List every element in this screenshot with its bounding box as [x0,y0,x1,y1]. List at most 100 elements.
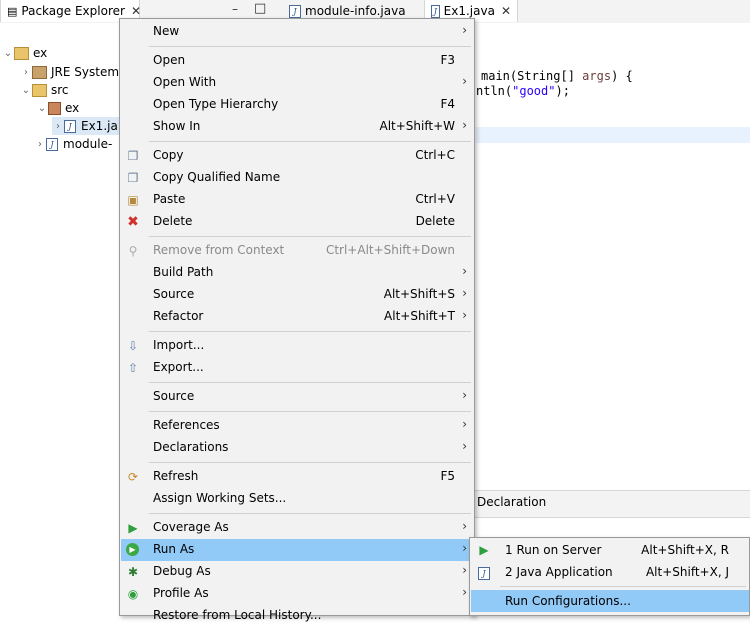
menu-separator [500,586,746,587]
paste-icon: ▣ [127,193,139,207]
chevron-right-icon: › [462,264,467,278]
chevron-right-icon[interactable]: › [52,121,64,132]
menu-item-profile-as[interactable]: ◉ Profile As › [121,583,473,605]
chevron-right-icon: › [462,388,467,402]
current-line-highlight [476,127,750,143]
code-token: ntln( [476,84,513,98]
profile-icon: ◉ [127,587,139,601]
menu-item-declarations[interactable]: Declarations › [121,437,473,459]
menu-item-source[interactable]: Source Alt+Shift+S › [121,284,473,306]
menu-item-restore-local-history[interactable]: Restore from Local History... [121,605,473,627]
menu-item-references[interactable]: References › [121,415,473,437]
menu-label: Restore from Local History... [153,608,322,622]
menu-shortcut: Ctrl+C [415,148,455,162]
menu-shortcut: Alt+Shift+W [379,119,456,133]
menu-item-debug-as[interactable]: ✱ Debug As › [121,561,473,583]
chevron-right-icon[interactable]: › [34,139,46,150]
menu-label: Build Path [153,265,214,279]
package-icon [48,101,61,115]
maximize-icon[interactable]: □ [254,1,266,16]
menu-label: Remove from Context [153,243,285,257]
menu-label: Assign Working Sets... [153,491,287,505]
menu-label: Declarations [153,440,229,454]
chevron-right-icon: › [462,519,467,533]
close-icon[interactable]: ✕ [501,4,511,18]
java-file-icon: J [46,137,58,151]
code-token: args [582,69,612,83]
chevron-down-icon[interactable]: ⌄ [20,85,32,96]
tree-label: src [51,83,69,97]
tree-item-package[interactable]: ⌄ ex [36,99,79,117]
menu-label: Import... [153,338,205,352]
menu-item-open-type-hierarchy[interactable]: Open Type Hierarchy F4 [121,94,473,116]
tree-item-ex1[interactable]: › J Ex1.ja [52,117,124,135]
menu-item-refactor[interactable]: Refactor Alt+Shift+T › [121,306,473,328]
menu-item-build-path[interactable]: Build Path › [121,262,473,284]
menu-label: Copy Qualified Name [153,170,281,184]
tab-label: module-info.java [305,4,406,18]
chevron-down-icon[interactable]: ⌄ [2,48,14,59]
minimize-icon[interactable]: – [232,2,238,16]
code-token: ); [555,84,570,98]
menu-item-import[interactable]: ⇩ Import... [121,335,473,357]
project-folder-icon [14,46,29,60]
source-folder-icon [32,83,47,97]
menu-label: Refresh [153,469,199,483]
submenu-item-run-configurations[interactable]: Run Configurations... [471,590,749,612]
menu-item-open-with[interactable]: Open With › [121,72,473,94]
tree-item-jre[interactable]: › JRE System [20,63,119,81]
menu-label: Export... [153,360,204,374]
menu-label: Profile As [153,586,209,600]
tree-item-src[interactable]: ⌄ src [20,81,69,99]
menu-separator [149,382,471,383]
chevron-right-icon: › [462,23,467,37]
menu-label: Open Type Hierarchy [153,97,279,111]
menu-item-new[interactable]: New › [121,21,473,43]
chevron-down-icon[interactable]: ⌄ [36,103,48,114]
chevron-right-icon: › [462,563,467,577]
chevron-right-icon[interactable]: › [20,67,32,78]
submenu-item-java-application[interactable]: J 2 Java Application Alt+Shift+X, J [471,561,749,583]
tab-label: Ex1.java [443,4,495,18]
menu-item-show-in[interactable]: Show In Alt+Shift+W › [121,116,473,138]
code-token: main(String[] [481,69,583,83]
menu-separator [149,46,471,47]
tree-label: Ex1.ja [81,119,118,133]
java-file-icon: J [64,119,76,133]
menu-label: Source [153,287,195,301]
tree-item-project[interactable]: ⌄ ex [2,44,47,62]
menu-label: Run Configurations... [505,594,631,608]
code-string: "good" [512,84,556,98]
menu-item-assign-working-sets[interactable]: Assign Working Sets... [121,488,473,510]
remove-context-icon: ⚲ [128,244,138,258]
menu-item-export[interactable]: ⇧ Export... [121,357,473,379]
menu-separator [149,513,471,514]
tree-item-module-info[interactable]: › J module- [34,135,112,153]
menu-label: Coverage As [153,520,229,534]
menu-item-copy-qualified-name[interactable]: ❐ Copy Qualified Name [121,167,473,189]
menu-label: References [153,418,220,432]
java-file-icon: J [431,4,440,18]
chevron-right-icon: › [462,74,467,88]
menu-item-copy[interactable]: ❐ Copy Ctrl+C [121,145,473,167]
menu-item-paste[interactable]: ▣ Paste Ctrl+V [121,189,473,211]
menu-item-run-as[interactable]: ▶ Run As › [121,539,473,561]
submenu-item-run-on-server[interactable]: ▶ 1 Run on Server Alt+Shift+X, R [471,539,749,561]
menu-shortcut: F5 [440,469,455,483]
tree-label: ex [33,46,48,60]
menu-separator [149,411,471,412]
menu-item-refresh[interactable]: ⟳ Refresh F5 [121,466,473,488]
close-icon[interactable]: ✕ [131,4,141,18]
chevron-right-icon: › [462,286,467,300]
menu-item-delete[interactable]: ✖ Delete Delete [121,211,473,233]
menu-item-open[interactable]: Open F3 [121,50,473,72]
code-line-main: main(String[] args) { [481,69,633,83]
menu-label: Source [153,389,195,403]
tab-declaration[interactable]: Declaration [477,495,546,509]
menu-item-source-2[interactable]: Source › [121,386,473,408]
menu-separator [149,236,471,237]
menu-label: Run As [153,542,195,556]
menu-item-coverage-as[interactable]: ▶ Coverage As › [121,517,473,539]
copy-icon: ❐ [127,149,139,163]
menu-label: Show In [153,119,201,133]
